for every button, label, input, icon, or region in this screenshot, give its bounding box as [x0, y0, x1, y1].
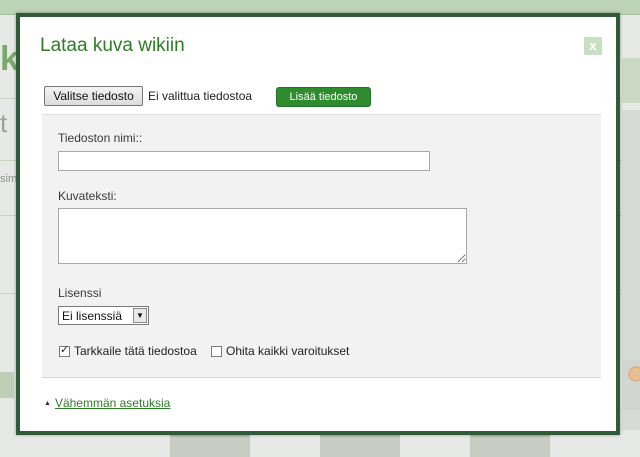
ignore-warnings-checkbox[interactable]: [211, 346, 222, 357]
filename-label: Tiedoston nimi::: [58, 131, 143, 145]
watch-file-option[interactable]: ✓ Tarkkaile tätä tiedostoa: [59, 344, 197, 360]
background-text-fragment: sim: [0, 173, 18, 185]
watch-file-checkbox[interactable]: ✓: [59, 344, 70, 357]
filename-input[interactable]: [58, 151, 430, 171]
caption-textarea[interactable]: [58, 208, 467, 264]
background-thumbnail: [320, 435, 400, 457]
choose-file-button[interactable]: Valitse tiedosto: [44, 86, 143, 106]
no-file-selected-text: Ei valittua tiedostoa: [148, 89, 253, 103]
close-icon: x: [589, 38, 597, 53]
ignore-warnings-label: Ohita kaikki varoitukset: [226, 344, 350, 358]
background-thumbnail: [470, 435, 550, 457]
close-button[interactable]: x: [584, 37, 602, 55]
triangle-up-icon: ▲: [44, 400, 51, 407]
add-file-button[interactable]: Lisää tiedosto: [276, 87, 371, 107]
fewer-options-row: ▲ Vähemmän asetuksia: [44, 396, 170, 410]
ignore-warnings-option[interactable]: Ohita kaikki varoitukset: [211, 344, 349, 360]
background-heading-fragment: t: [0, 108, 8, 138]
chevron-down-icon: ▼: [133, 308, 147, 323]
checkmark-icon: ✓: [60, 344, 70, 356]
upload-options-panel: Tiedoston nimi:: Kuvateksti: Lisenssi Ei…: [42, 114, 601, 378]
background-side-box: [622, 58, 640, 103]
background-thumbnail: [170, 435, 250, 457]
fewer-options-link[interactable]: Vähemmän asetuksia: [55, 396, 170, 410]
background-decoration: [622, 360, 640, 410]
background-left-block: [0, 372, 14, 398]
watch-file-label: Tarkkaile tätä tiedostoa: [74, 344, 197, 358]
dialog-title: Lataa kuva wikiin: [40, 35, 185, 56]
upload-image-dialog: Lataa kuva wikiin x Valitse tiedosto Ei …: [16, 13, 620, 435]
caption-label: Kuvateksti:: [58, 189, 117, 203]
license-label: Lisenssi: [58, 286, 102, 300]
license-selected-value: Ei lisenssiä: [62, 309, 123, 323]
license-select[interactable]: Ei lisenssiä ▼: [58, 306, 149, 325]
